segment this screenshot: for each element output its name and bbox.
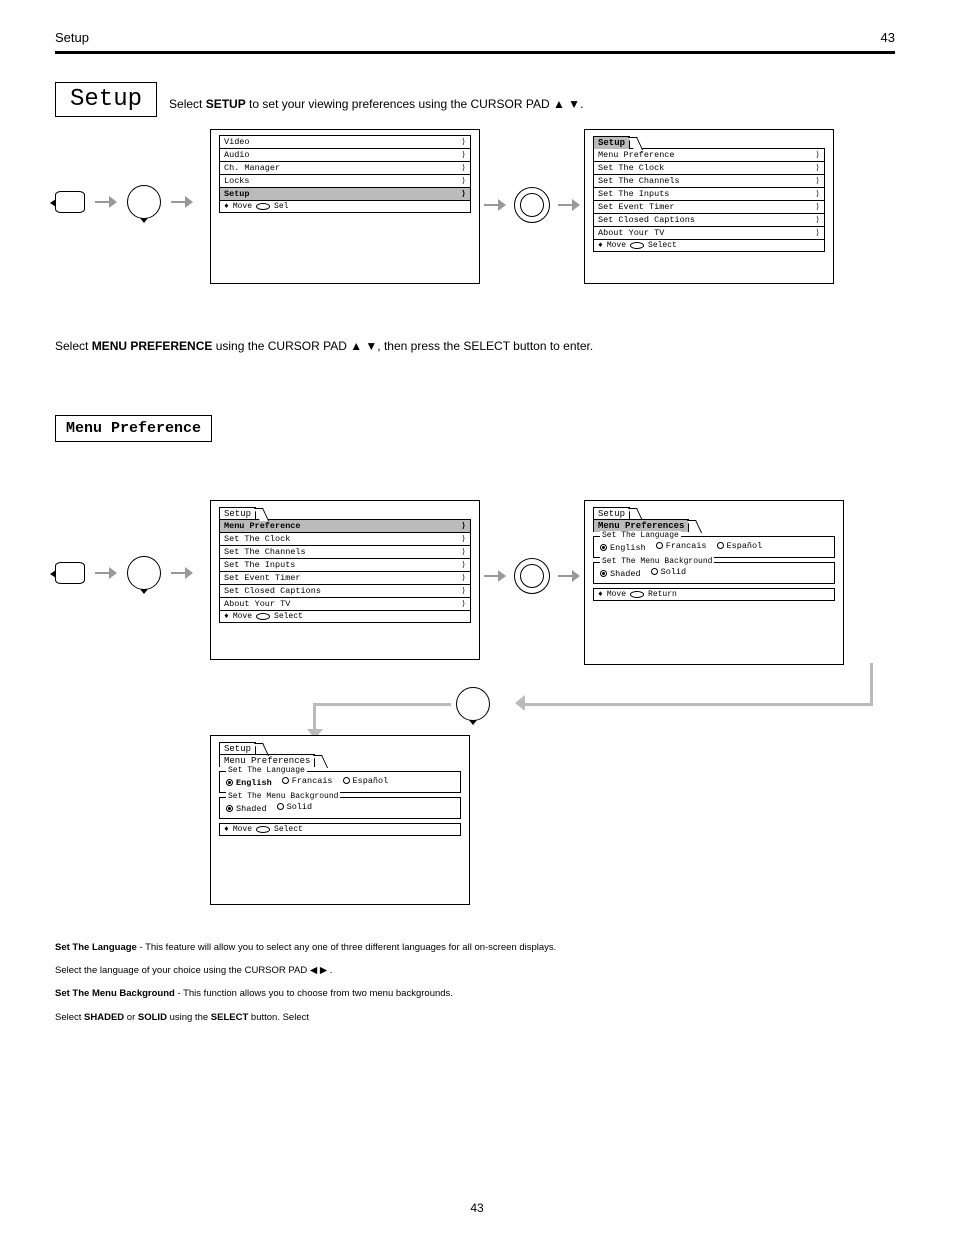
arrow-right-icon — [171, 196, 193, 208]
menu-item[interactable]: Set The Clock⟩ — [593, 161, 825, 175]
radio-option[interactable]: English — [226, 778, 272, 788]
section-1-step-text: Select SETUP to set your viewing prefere… — [169, 96, 583, 113]
menu-item[interactable]: Locks⟩ — [219, 174, 471, 188]
radio-option[interactable]: Solid — [277, 802, 313, 812]
menu-item[interactable]: Menu Preference⟩ — [593, 148, 825, 162]
arrow-right-icon — [480, 570, 510, 582]
menu-item[interactable]: About Your TV⟩ — [219, 597, 471, 611]
select-button-icon — [510, 187, 554, 223]
arrow-right-icon — [480, 199, 510, 211]
set-language-fieldset: Set The Language EnglishFrancaisEspañol — [593, 536, 835, 558]
menu-item[interactable]: Set The Inputs⟩ — [593, 187, 825, 201]
cursor-pad-icon — [127, 185, 161, 219]
radio-option[interactable]: Francais — [282, 776, 333, 786]
note-select-background: Select SHADED or SOLID using the SELECT … — [55, 1011, 895, 1024]
footer-bar: ♦Move Select — [219, 823, 461, 836]
footer-bar: ♦Move Select — [219, 610, 471, 623]
page-number: 43 — [470, 1201, 483, 1215]
header-line: Setup 43 — [55, 30, 895, 45]
osd-screen-setup-menu: Setup Menu Preference⟩Set The Clock⟩Set … — [584, 129, 834, 284]
menu-item[interactable]: Setup⟩ — [219, 187, 471, 201]
footer-bar: ♦Move Select — [593, 239, 825, 252]
menu-item[interactable]: Set Event Timer⟩ — [219, 571, 471, 585]
section-1-flow: Video⟩Audio⟩Ch. Manager⟩Locks⟩Setup⟩ ♦Mo… — [55, 129, 895, 284]
set-language-fieldset: Set The Language EnglishFrancaisEspañol — [219, 771, 461, 793]
header-right: 43 — [881, 30, 895, 45]
menu-list: Menu Preference⟩Set The Clock⟩Set The Ch… — [219, 519, 471, 611]
cursor-pad-icon — [127, 556, 161, 590]
header-left: Setup — [55, 30, 89, 45]
controls-1 — [55, 185, 210, 219]
menu-preference-title-box: Menu Preference — [55, 415, 212, 442]
section-1-header: Setup Select SETUP to set your viewing p… — [55, 82, 895, 117]
radio-option[interactable]: Shaded — [600, 569, 641, 579]
note-select-language: Select the language of your choice using… — [55, 964, 895, 977]
footer-bar: ♦Move Sel — [219, 200, 471, 213]
menu-item[interactable]: Set Closed Captions⟩ — [593, 213, 825, 227]
menu-item[interactable]: Set Event Timer⟩ — [593, 200, 825, 214]
radio-option[interactable]: Solid — [651, 567, 687, 577]
radio-option[interactable]: Español — [343, 776, 389, 786]
menu-list: Video⟩Audio⟩Ch. Manager⟩Locks⟩Setup⟩ — [219, 135, 471, 201]
arrow-right-icon — [554, 570, 584, 582]
note-set-menu-background: Set The Menu Background - This function … — [55, 987, 895, 1000]
setup-tab[interactable]: Setup — [593, 136, 630, 149]
footer-bar: ♦Move Return — [593, 588, 835, 601]
setup-title-box: Setup — [55, 82, 157, 117]
set-menu-background-fieldset: Set The Menu Background ShadedSolid — [593, 562, 835, 584]
section-2-flow: Setup Menu Preference⟩Set The Clock⟩Set … — [55, 500, 895, 665]
arrow-right-icon — [95, 567, 117, 579]
osd-screen-setup-menu-pref-selected: Setup Menu Preference⟩Set The Clock⟩Set … — [210, 500, 480, 660]
menu-item[interactable]: Set The Channels⟩ — [219, 545, 471, 559]
arrow-right-icon — [554, 199, 584, 211]
osd-screen-main-menu: Video⟩Audio⟩Ch. Manager⟩Locks⟩Setup⟩ ♦Mo… — [210, 129, 480, 284]
menu-button-icon — [55, 191, 85, 213]
note-set-language: Set The Language - This feature will all… — [55, 941, 895, 954]
arrow-right-icon — [171, 567, 193, 579]
cursor-pad-icon — [456, 687, 490, 721]
menu-item[interactable]: About Your TV⟩ — [593, 226, 825, 240]
section-2-step-text: Select MENU PREFERENCE using the CURSOR … — [55, 338, 895, 355]
menu-item[interactable]: Set The Clock⟩ — [219, 532, 471, 546]
radio-option[interactable]: English — [600, 543, 646, 553]
menu-item[interactable]: Set The Inputs⟩ — [219, 558, 471, 572]
radio-option[interactable]: Francais — [656, 541, 707, 551]
setup-tab[interactable]: Setup — [219, 507, 256, 520]
menu-list: Menu Preference⟩Set The Clock⟩Set The Ch… — [593, 148, 825, 240]
hr-divider — [55, 51, 895, 54]
menu-item[interactable]: Ch. Manager⟩ — [219, 161, 471, 175]
menu-item[interactable]: Video⟩ — [219, 135, 471, 149]
select-button-icon — [510, 558, 554, 594]
menu-item[interactable]: Set Closed Captions⟩ — [219, 584, 471, 598]
radio-option[interactable]: Español — [717, 541, 763, 551]
menu-item[interactable]: Menu Preference⟩ — [219, 519, 471, 533]
controls-2 — [55, 556, 210, 590]
menu-item[interactable]: Audio⟩ — [219, 148, 471, 162]
radio-option[interactable]: Shaded — [226, 804, 267, 814]
osd-screen-menu-preferences-language: Setup Menu Preferences Set The Language … — [210, 735, 470, 905]
osd-screen-menu-preferences: Setup Menu Preferences Set The Language … — [584, 500, 844, 665]
menu-button-icon — [55, 562, 85, 584]
arrow-right-icon — [95, 196, 117, 208]
set-menu-background-fieldset: Set The Menu Background ShadedSolid — [219, 797, 461, 819]
menu-item[interactable]: Set The Channels⟩ — [593, 174, 825, 188]
